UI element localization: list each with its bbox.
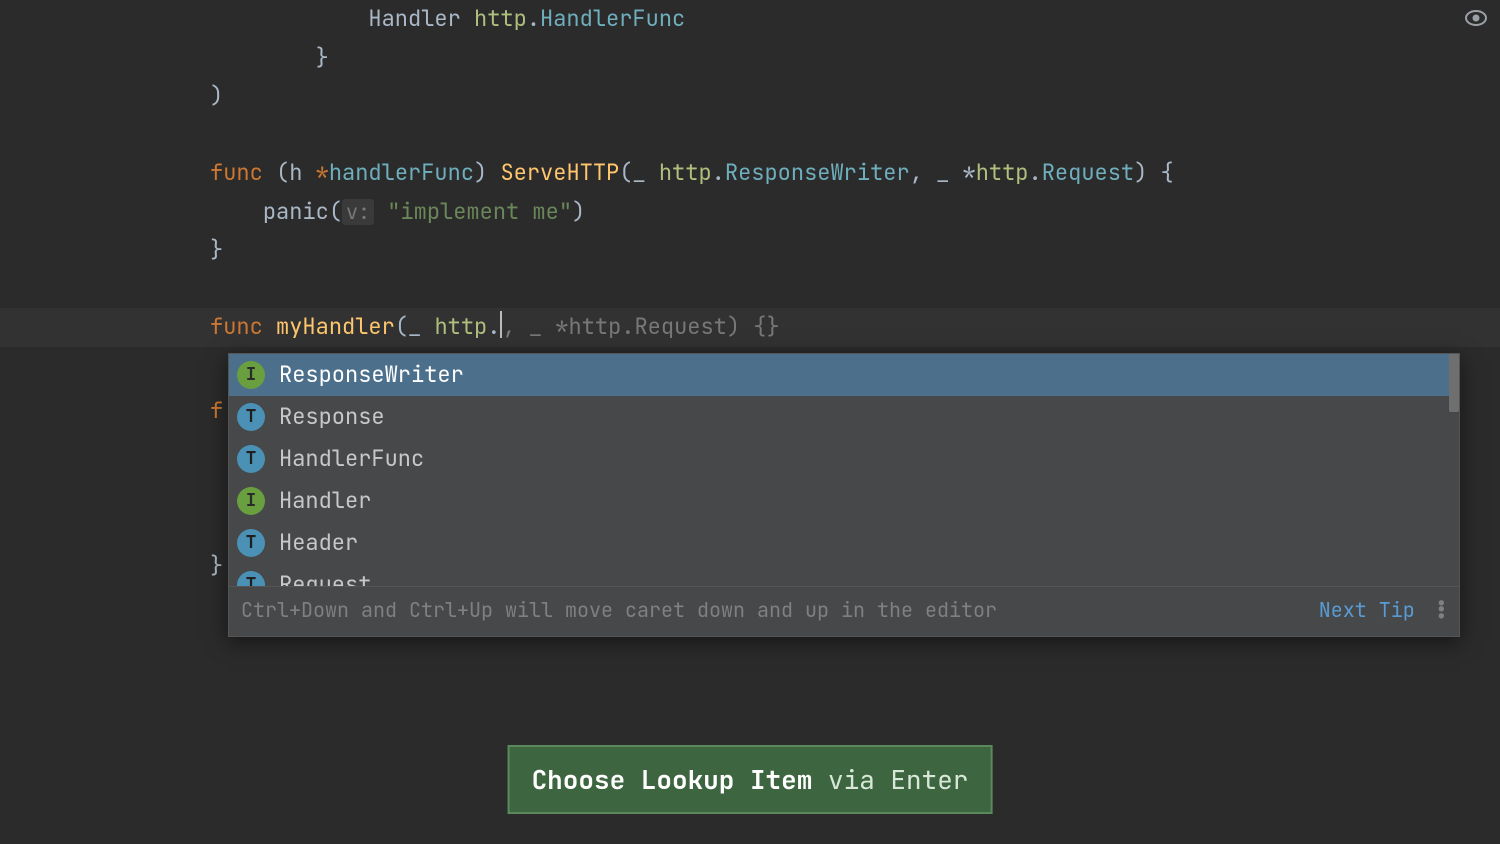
completion-item-label: Handler xyxy=(279,482,371,521)
type-badge-icon: T xyxy=(237,571,265,586)
code-line: ) xyxy=(210,77,1500,116)
code-line: func (h *handlerFunc) ServeHTTP(_ http.R… xyxy=(210,154,1500,193)
completion-item[interactable]: T Response xyxy=(229,396,1459,438)
completion-item-label: ResponseWriter xyxy=(279,356,464,395)
interface-badge-icon: I xyxy=(237,487,265,515)
code-line: Handler http.HandlerFunc xyxy=(210,0,1500,39)
scrollbar-thumb[interactable] xyxy=(1449,354,1459,412)
tooltip-key: via Enter xyxy=(812,762,968,797)
more-icon[interactable]: ••• xyxy=(1435,601,1447,621)
code-editor[interactable]: Handler http.HandlerFunc } ) func (h *ha… xyxy=(0,0,1500,347)
completion-item-label: Response xyxy=(279,398,385,437)
completion-item-label: HandlerFunc xyxy=(279,440,424,479)
action-tooltip: Choose Lookup Item via Enter xyxy=(508,745,993,815)
completion-item[interactable]: I ResponseWriter xyxy=(229,354,1459,396)
code-line: panic(v: "implement me") xyxy=(210,193,1500,232)
completion-popup: I ResponseWriter T Response T HandlerFunc I Han… xyxy=(228,353,1460,637)
completion-item-label: Request xyxy=(279,566,371,586)
code-line: } xyxy=(210,39,1500,78)
code-line-behind: } xyxy=(210,547,223,586)
code-line xyxy=(210,270,1500,309)
type-badge-icon: T xyxy=(237,445,265,473)
tooltip-action: Choose Lookup Item xyxy=(532,762,813,797)
completion-item[interactable]: T Request xyxy=(229,564,1459,586)
completion-list[interactable]: I ResponseWriter T Response T HandlerFunc I Han… xyxy=(229,354,1459,586)
completion-footer: Ctrl+Down and Ctrl+Up will move caret do… xyxy=(229,586,1459,636)
code-line-behind: f xyxy=(210,392,223,431)
completion-item[interactable]: I Handler xyxy=(229,480,1459,522)
code-line xyxy=(210,116,1500,155)
type-badge-icon: T xyxy=(237,403,265,431)
next-tip-link[interactable]: Next Tip xyxy=(1319,593,1415,628)
code-line: } xyxy=(210,231,1500,270)
inlay-hint: v: xyxy=(342,199,374,225)
completion-item-label: Header xyxy=(279,524,358,563)
type-badge-icon: T xyxy=(237,529,265,557)
interface-badge-icon: I xyxy=(237,361,265,389)
completion-item[interactable]: T Header xyxy=(229,522,1459,564)
completion-hint: Ctrl+Down and Ctrl+Up will move caret do… xyxy=(241,593,1299,628)
code-line-current: func myHandler(_ http., _ *http.Request)… xyxy=(0,308,1500,347)
completion-item[interactable]: T HandlerFunc xyxy=(229,438,1459,480)
